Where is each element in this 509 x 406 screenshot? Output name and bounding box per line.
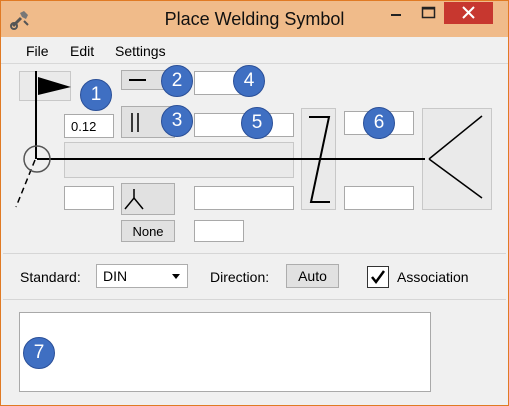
checkmark-icon (371, 270, 386, 285)
flag-icon (38, 77, 71, 95)
direction-button[interactable]: Auto (286, 264, 339, 288)
association-checkbox[interactable] (367, 266, 389, 288)
arrow-line (15, 159, 36, 208)
direction-value: Auto (298, 268, 327, 284)
association-label[interactable]: Association (397, 269, 469, 285)
callout-badge-6: 6 (363, 107, 395, 139)
callout-badge-1: 1 (80, 79, 112, 111)
preview-area (19, 312, 431, 392)
callout-badge-7: 7 (23, 337, 55, 369)
separator-top (3, 253, 506, 254)
direction-label: Direction: (210, 269, 270, 285)
callout-badge-5: 5 (241, 107, 273, 139)
separator-bottom (3, 299, 506, 300)
tail-icon (428, 115, 483, 199)
callout-badge-2: 2 (161, 65, 193, 97)
double-line-icon (131, 113, 139, 132)
standard-dropdown[interactable]: DIN (96, 264, 188, 288)
standard-label: Standard: (20, 269, 81, 285)
place-welding-symbol-window: Place Welding Symbol File Edit Settings … (0, 0, 509, 406)
fork-icon (124, 189, 144, 210)
callout-badge-3: 3 (161, 105, 193, 137)
standard-value: DIN (103, 268, 128, 284)
chevron-down-icon (172, 274, 180, 279)
callout-badge-4: 4 (233, 65, 265, 97)
